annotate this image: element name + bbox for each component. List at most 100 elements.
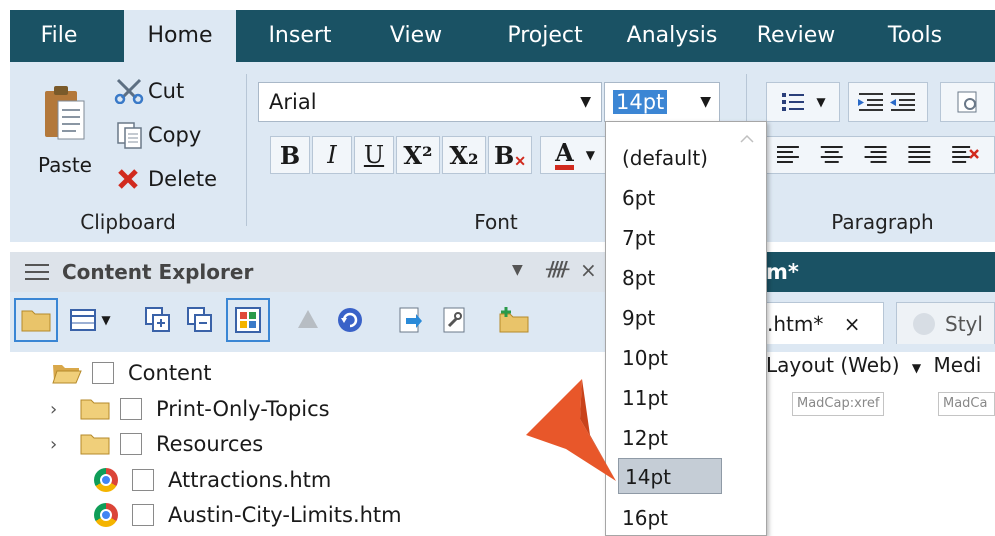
copy-label: Copy	[148, 123, 202, 147]
properties-button[interactable]	[434, 300, 474, 340]
stylesheet-icon	[913, 313, 935, 335]
font-size-option[interactable]: 10pt	[622, 340, 668, 376]
cut-button[interactable]: Cut	[114, 74, 184, 108]
expand-all-button[interactable]	[138, 300, 178, 340]
collapse-all-button[interactable]	[180, 300, 220, 340]
chevron-right-icon[interactable]: ›	[50, 399, 80, 420]
chevron-down-icon[interactable]: ▼	[912, 361, 921, 375]
thumbnail-view-button[interactable]	[226, 298, 270, 342]
checkbox[interactable]	[120, 433, 142, 455]
tab-close-icon[interactable]: ×	[844, 312, 861, 336]
chevron-down-icon[interactable]: ▼	[586, 148, 595, 162]
content-explorer-toolbar: ▼	[10, 292, 610, 352]
font-color-button[interactable]: A ▼	[540, 136, 610, 174]
font-size-option[interactable]: 6pt	[622, 180, 655, 216]
bullet-list-button[interactable]: ▼	[766, 82, 840, 122]
alignment-buttons[interactable]	[766, 136, 995, 174]
font-size-option[interactable]: 9pt	[622, 300, 655, 336]
tree-item-resources[interactable]: › Resources	[50, 427, 263, 461]
folder-view-button[interactable]	[14, 298, 58, 342]
pin-icon[interactable]: ᚎ	[546, 256, 569, 280]
chevron-down-icon[interactable]: ▼	[101, 313, 110, 327]
font-size-option-selected[interactable]: 14pt	[618, 458, 722, 494]
folder-icon	[21, 310, 51, 332]
scroll-up-icon[interactable]	[738, 130, 756, 148]
menu-bar: File Home Insert View Project Analysis R…	[10, 10, 995, 62]
indent-buttons[interactable]	[848, 82, 928, 122]
font-size-option[interactable]: 12pt	[622, 420, 668, 456]
delete-button[interactable]: Delete	[114, 162, 217, 196]
checkbox[interactable]	[120, 398, 142, 420]
paragraph-group-label: Paragraph	[831, 210, 934, 234]
copy-icon	[117, 122, 142, 149]
font-size-option[interactable]: 11pt	[622, 380, 668, 416]
layout-selector[interactable]: Layout (Web) ▼ Medi	[766, 352, 981, 384]
chevron-down-icon[interactable]: ▼	[816, 95, 825, 109]
tree-item-label: Austin-City-Limits.htm	[168, 503, 402, 527]
menu-tab-file[interactable]: File	[10, 10, 108, 62]
document-tab-active[interactable]: .htm* ×	[766, 302, 884, 344]
checkbox[interactable]	[132, 469, 154, 491]
refresh-button[interactable]	[330, 300, 370, 340]
ribbon: Paste Cut Copy Delete Clipboard Arial ▼ …	[10, 62, 995, 242]
pane-menu-chevron-icon[interactable]: ▼	[512, 262, 523, 278]
superscript-button[interactable]: X²	[396, 136, 440, 174]
new-folder-button[interactable]	[494, 300, 534, 340]
font-size-option[interactable]: (default)	[622, 140, 708, 176]
font-size-value[interactable]: 14pt	[613, 90, 668, 114]
font-size-option[interactable]: 8pt	[622, 260, 655, 296]
tree-item-print-only-topics[interactable]: › Print-Only-Topics	[50, 392, 330, 426]
font-size-option[interactable]: 7pt	[622, 220, 655, 256]
chevron-down-icon[interactable]: ▼	[580, 83, 591, 121]
medium-label: Medi	[933, 353, 982, 377]
subscript-button[interactable]: X₂	[442, 136, 486, 174]
menu-tab-tools[interactable]: Tools	[872, 10, 958, 62]
chrome-icon	[94, 468, 118, 492]
clear-formatting-button[interactable]: B ✕	[488, 136, 532, 174]
style-picker-button[interactable]	[940, 82, 995, 122]
menu-tab-home[interactable]: Home	[124, 10, 236, 62]
tree-item-attractions[interactable]: Attractions.htm	[94, 463, 331, 497]
color-grid-icon	[235, 307, 261, 333]
italic-button[interactable]: I	[312, 136, 352, 174]
refresh-icon	[338, 308, 362, 332]
bold-button[interactable]: B	[270, 136, 310, 174]
checkbox[interactable]	[132, 504, 154, 526]
menu-tab-insert[interactable]: Insert	[254, 10, 346, 62]
font-name-combo[interactable]: Arial ▼	[258, 82, 602, 122]
tree-item-content[interactable]: Content	[52, 356, 212, 390]
scissors-icon	[114, 78, 144, 104]
xref-tag[interactable]: MadCap:xref	[792, 392, 885, 416]
hamburger-icon[interactable]	[24, 262, 50, 282]
document-tab-stylesheet[interactable]: Styl	[896, 302, 995, 344]
open-file-button[interactable]	[390, 300, 430, 340]
clear-formatting-label: B	[493, 140, 515, 170]
content-explorer-header: Content Explorer ▼ ᚎ ×	[10, 252, 610, 292]
alignment-icons	[776, 146, 979, 163]
table-view-button[interactable]: ▼	[64, 300, 116, 340]
font-size-combo[interactable]: 14pt ▼	[604, 82, 720, 122]
move-up-button[interactable]	[288, 300, 328, 340]
folder-open-icon	[52, 362, 82, 384]
chevron-right-icon[interactable]: ›	[50, 434, 80, 455]
copy-button[interactable]: Copy	[114, 118, 201, 152]
close-icon[interactable]: ×	[580, 258, 597, 282]
tree-item-austin-city-limits[interactable]: Austin-City-Limits.htm	[94, 498, 402, 532]
menu-tab-analysis[interactable]: Analysis	[614, 10, 730, 62]
font-color-label: A	[555, 140, 574, 170]
new-folder-icon	[499, 307, 529, 333]
font-size-dropdown-list: (default) 6pt 7pt 8pt 9pt 10pt 11pt 12pt…	[605, 121, 767, 536]
menu-tab-project[interactable]: Project	[490, 10, 600, 62]
menu-tab-view[interactable]: View	[376, 10, 456, 62]
tree-item-label: Content	[128, 361, 212, 385]
paste-button[interactable]: Paste	[22, 72, 108, 188]
chevron-down-icon[interactable]: ▼	[700, 83, 711, 121]
xref-tag[interactable]: MadCa	[938, 392, 995, 416]
font-size-option[interactable]: 16pt	[622, 500, 668, 536]
menu-tab-review[interactable]: Review	[748, 10, 844, 62]
document-editor[interactable]: Layout (Web) ▼ Medi	[766, 352, 995, 536]
layout-label: Layout (Web)	[766, 353, 900, 377]
document-title-bar: m*	[766, 252, 995, 292]
underline-button[interactable]: U	[354, 136, 394, 174]
checkbox[interactable]	[92, 362, 114, 384]
